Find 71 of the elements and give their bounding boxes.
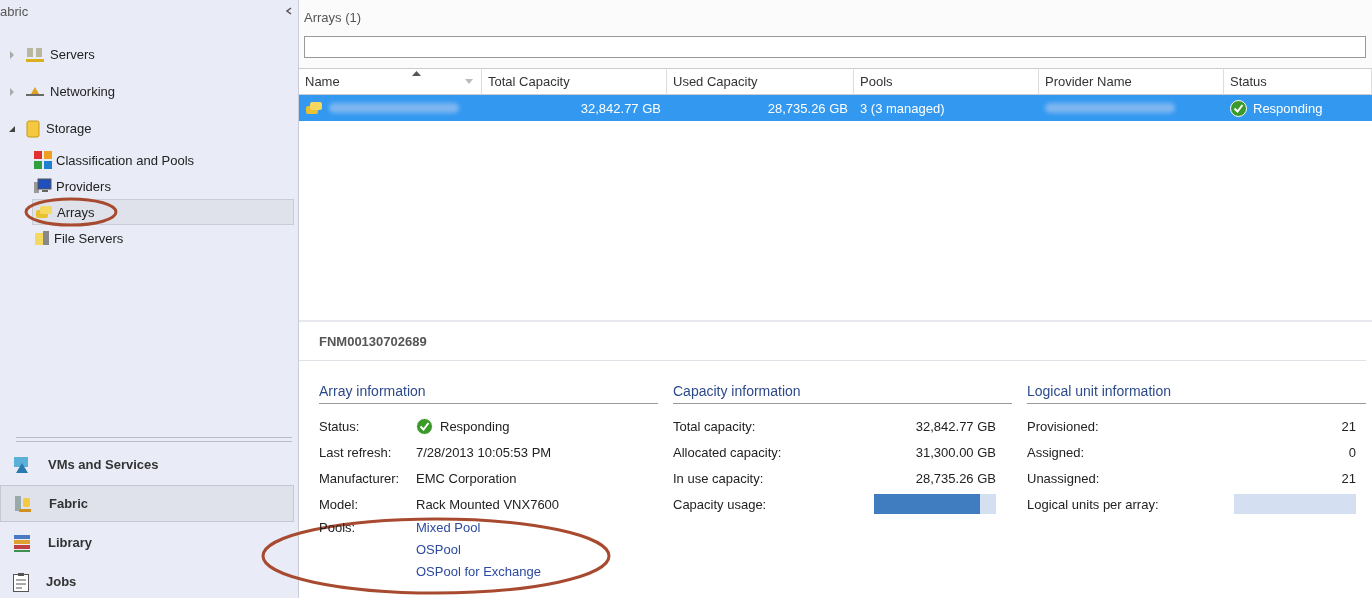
nav-button[interactable]: VMs and Services (0, 446, 294, 483)
row-icon (305, 100, 323, 116)
check-icon (1230, 99, 1247, 117)
field-label: Provisioned: (1027, 418, 1099, 434)
collapse-icon[interactable] (286, 7, 292, 15)
books-icon (12, 532, 32, 553)
sort-arrow-icon (412, 71, 421, 76)
section-heading: Capacity information (673, 383, 1012, 404)
drive-stack-icon (35, 204, 53, 220)
field-value: 0 (1348, 444, 1356, 460)
table-cell-text: 28,735.26 GB (766, 99, 849, 118)
field-label: Allocated capacity: (673, 444, 782, 460)
tree-item[interactable]: Arrays (32, 199, 294, 225)
column-header[interactable]: Total Capacity (482, 68, 667, 95)
clipboard-icon (12, 571, 30, 592)
nav-button[interactable]: Fabric (0, 485, 294, 522)
cylinder-icon (26, 119, 40, 138)
expanded-arrow-icon[interactable] (8, 124, 16, 133)
dropdown-arrow-icon[interactable] (465, 79, 473, 84)
field-label: Unassigned: (1027, 470, 1100, 486)
field-value: 32,842.77 GB (915, 418, 996, 434)
section-heading: Logical unit information (1027, 383, 1366, 404)
field-label: Manufacturer: (319, 470, 401, 486)
field-value: 31,300.00 GB (915, 444, 996, 460)
field-value: 21 (1341, 470, 1356, 486)
nav-button[interactable]: Library (0, 524, 294, 561)
file-server-icon (34, 230, 50, 246)
field-value: EMC Corporation (416, 470, 517, 486)
field-label: In use capacity: (673, 470, 764, 486)
search-field[interactable] (304, 36, 1366, 58)
section-heading: Array information (319, 383, 658, 404)
tiles-icon (34, 151, 52, 169)
column-header[interactable]: Pools (854, 68, 1039, 95)
monitor-icon (34, 178, 52, 194)
field-label: Status: (319, 418, 361, 434)
column-header[interactable]: Used Capacity (667, 68, 854, 95)
pool-link[interactable]: OSPool (416, 539, 658, 561)
tree-item[interactable]: Networking (50, 84, 116, 99)
table-cell-text: 3 (3 managed) (859, 99, 946, 118)
pool-link[interactable]: OSPool for Exchange (416, 561, 658, 583)
field-label: Total capacity: (673, 418, 756, 434)
field-label: Assigned: (1027, 444, 1085, 460)
tree-item[interactable]: Storage (46, 121, 92, 136)
field-label: Capacity usage: (673, 496, 767, 512)
pane-title: abric (0, 3, 29, 19)
field-label: Last refresh: (319, 444, 393, 460)
collapsed-arrow-icon[interactable] (8, 50, 16, 59)
fabric-icon (13, 493, 33, 514)
details-title: FNM00130702689 (299, 322, 1366, 361)
servers-icon (26, 46, 44, 63)
pool-link[interactable]: Mixed Pool (416, 517, 658, 539)
status-text: Responding (1253, 100, 1323, 116)
field-label: Model: (319, 496, 360, 512)
collapsed-arrow-icon[interactable] (8, 87, 16, 96)
tree-item[interactable]: Classification and Pools (32, 147, 294, 173)
field-value: 28,735.26 GB (915, 470, 996, 486)
status-text: Responding (440, 418, 510, 434)
tree-item[interactable]: File Servers (32, 225, 294, 251)
field-value: 21 (1341, 418, 1356, 434)
view-title: Arrays (1) (304, 9, 363, 27)
table-cell-text: 32,842.77 GB (579, 99, 662, 118)
field-value: 7/28/2013 10:05:53 PM (416, 444, 552, 460)
check-icon (416, 417, 433, 435)
field-label: Logical units per array: (1027, 496, 1159, 512)
column-header[interactable]: Name (299, 68, 482, 95)
nav-button[interactable]: Jobs (0, 563, 294, 598)
field-value: Rack Mounted VNX7600 (416, 496, 560, 512)
column-header[interactable]: Provider Name (1039, 68, 1224, 95)
column-header[interactable]: Status (1224, 68, 1372, 95)
tree-item[interactable]: Providers (32, 173, 294, 199)
tree-item[interactable]: Servers (50, 47, 95, 62)
